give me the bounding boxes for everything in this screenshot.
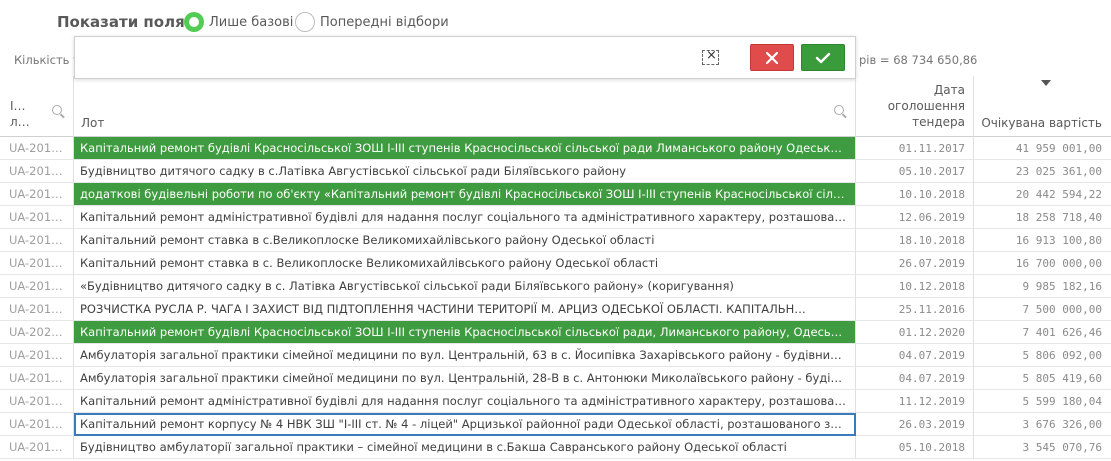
cell-id[interactable]: UA-201… bbox=[0, 298, 74, 321]
table-row[interactable]: UA-201… Амбулаторія загальної практики сі… bbox=[0, 344, 1111, 367]
cell-lot[interactable]: РОЗЧИСТКА РУСЛА Р. ЧАГА І ЗАХИСТ ВІД ПІД… bbox=[74, 298, 856, 321]
column-header-date[interactable]: Дата оголошення тендера bbox=[856, 76, 974, 137]
table-row[interactable]: UA-201… «Будівництво дитячого садку в с. … bbox=[0, 275, 1111, 298]
cell-lot[interactable]: «Будівництво дитячого садку в с. Латівка… bbox=[74, 275, 856, 298]
radio-basic-only[interactable]: Лише базові bbox=[184, 10, 293, 34]
table-row[interactable]: UA-201… Амбулаторія загальної практики сі… bbox=[0, 367, 1111, 390]
clear-selections-icon[interactable] bbox=[702, 48, 719, 65]
cell-date[interactable]: 26.03.2019 bbox=[856, 413, 974, 436]
cell-lot[interactable]: Амбулаторія загальної практики сімейної … bbox=[74, 367, 856, 390]
cell-cost[interactable]: 3 676 326,00 bbox=[974, 413, 1111, 436]
cell-lot[interactable]: Капітальний ремонт ставка в с.Великоплос… bbox=[74, 229, 856, 252]
radio-prefilters[interactable]: Попередні відбори bbox=[295, 10, 449, 34]
cell-lot[interactable]: Капітальний ремонт адміністративної буді… bbox=[74, 390, 856, 413]
column-header-date-label: Дата оголошення тендера bbox=[887, 83, 965, 129]
cell-lot[interactable]: Капітальний ремонт ставка в с. Великопло… bbox=[74, 252, 856, 275]
table-row[interactable]: UA-201… Капітальний ремонт адміністративн… bbox=[0, 390, 1111, 413]
cell-lot[interactable]: Будівництво дитячого садку в с.Латівка А… bbox=[74, 160, 856, 183]
cell-cost[interactable]: 5 806 092,00 bbox=[974, 344, 1111, 367]
radio-basic-only-label: Лише базові bbox=[209, 14, 294, 30]
column-search-popup bbox=[74, 36, 856, 79]
column-header-cost[interactable]: Очікувана вартість bbox=[974, 76, 1111, 137]
cell-id[interactable]: UA-201… bbox=[0, 252, 74, 275]
search-icon[interactable] bbox=[834, 105, 844, 115]
table-row[interactable]: UA-201… додаткові будівельні роботи по об… bbox=[0, 183, 1111, 206]
cell-cost[interactable]: 5 805 419,60 bbox=[974, 367, 1111, 390]
cell-id[interactable]: UA-201… bbox=[0, 367, 74, 390]
cell-date[interactable]: 26.07.2019 bbox=[856, 252, 974, 275]
column-header-id-label: І… л… bbox=[10, 99, 30, 129]
column-header-lot[interactable]: Лот bbox=[74, 76, 856, 137]
radio-prefilters-label: Попередні відбори bbox=[320, 14, 449, 30]
cell-cost[interactable]: 18 258 718,40 bbox=[974, 206, 1111, 229]
column-header-lot-label: Лот bbox=[81, 116, 105, 130]
total-text: рів = 68 734 650,86 bbox=[859, 53, 978, 67]
cell-id[interactable]: UA-201… bbox=[0, 344, 74, 367]
cell-date[interactable]: 10.12.2018 bbox=[856, 275, 974, 298]
table-row[interactable]: UA-202… Капітальний ремонт будівлі Красно… bbox=[0, 321, 1111, 344]
cell-lot[interactable]: додаткові будівельні роботи по об'єкту «… bbox=[74, 183, 856, 206]
cell-cost[interactable]: 5 599 180,04 bbox=[974, 390, 1111, 413]
cell-cost[interactable]: 20 442 594,22 bbox=[974, 183, 1111, 206]
cell-lot[interactable]: Капітальний ремонт будівлі Красносільськ… bbox=[74, 321, 856, 344]
cell-date[interactable]: 12.06.2019 bbox=[856, 206, 974, 229]
radio-checked-icon bbox=[184, 12, 204, 32]
cell-id[interactable]: UA-201… bbox=[0, 413, 74, 436]
cell-date[interactable]: 01.12.2020 bbox=[856, 321, 974, 344]
cell-lot[interactable]: Капітальний ремонт будівлі Красносільськ… bbox=[74, 137, 856, 160]
cell-cost[interactable]: 7 401 626,46 bbox=[974, 321, 1111, 344]
table-row[interactable]: UA-201… РОЗЧИСТКА РУСЛА Р. ЧАГА І ЗАХИСТ … bbox=[0, 298, 1111, 321]
cell-cost[interactable]: 16 700 000,00 bbox=[974, 252, 1111, 275]
cell-id[interactable]: UA-201… bbox=[0, 206, 74, 229]
table-row[interactable]: UA-201… Капітальний ремонт будівлі Красно… bbox=[0, 137, 1111, 160]
cell-cost[interactable]: 16 913 100,80 bbox=[974, 229, 1111, 252]
table-row[interactable]: UA-201… Капітальний ремонт ставка в с.Вел… bbox=[0, 229, 1111, 252]
cell-cost[interactable]: 9 985 182,16 bbox=[974, 275, 1111, 298]
search-input[interactable] bbox=[79, 45, 703, 73]
cell-id[interactable]: UA-201… bbox=[0, 229, 74, 252]
cell-cost[interactable]: 7 500 000,00 bbox=[974, 298, 1111, 321]
cell-date[interactable]: 04.07.2019 bbox=[856, 367, 974, 390]
count-text: Кількість т bbox=[14, 53, 80, 67]
checkmark-icon bbox=[815, 52, 831, 63]
cell-lot[interactable]: Капітальний ремонт адміністративної буді… bbox=[74, 206, 856, 229]
column-header-id[interactable]: І… л… bbox=[0, 76, 74, 137]
cell-id[interactable]: UA-201… bbox=[0, 275, 74, 298]
cell-lot[interactable]: Будівництво амбулаторії загальної практи… bbox=[74, 436, 856, 459]
table-row[interactable]: UA-201… Капітальний ремонт корпусу № 4 НВ… bbox=[0, 413, 1111, 436]
search-icon[interactable] bbox=[52, 105, 62, 115]
cell-id[interactable]: UA-202… bbox=[0, 321, 74, 344]
cell-id[interactable]: UA-201… bbox=[0, 137, 74, 160]
confirm-button[interactable] bbox=[801, 44, 845, 71]
cell-lot[interactable]: Амбулаторія загальної практики сімейної … bbox=[74, 344, 856, 367]
table-row[interactable]: UA-201… Капітальний ремонт адміністративн… bbox=[0, 206, 1111, 229]
cell-cost[interactable]: 3 545 070,76 bbox=[974, 436, 1111, 459]
cell-cost[interactable]: 23 025 361,00 bbox=[974, 160, 1111, 183]
cancel-button[interactable] bbox=[750, 44, 794, 71]
cell-id[interactable]: UA-201… bbox=[0, 160, 74, 183]
sort-descending-icon[interactable] bbox=[1041, 80, 1051, 86]
radio-unchecked-icon bbox=[295, 12, 315, 32]
cell-date[interactable]: 10.10.2018 bbox=[856, 183, 974, 206]
close-icon bbox=[765, 51, 779, 64]
cell-date[interactable]: 04.07.2019 bbox=[856, 344, 974, 367]
table-row[interactable]: UA-201… Капітальний ремонт ставка в с. Ве… bbox=[0, 252, 1111, 275]
column-header-cost-label: Очікувана вартість bbox=[981, 116, 1102, 130]
cell-date[interactable]: 05.10.2018 bbox=[856, 436, 974, 459]
cell-cost[interactable]: 41 959 001,00 bbox=[974, 137, 1111, 160]
cell-id[interactable]: UA-201… bbox=[0, 183, 74, 206]
cell-id[interactable]: UA-201… bbox=[0, 436, 74, 459]
cell-id[interactable]: UA-201… bbox=[0, 390, 74, 413]
cell-date[interactable]: 18.10.2018 bbox=[856, 229, 974, 252]
cell-date[interactable]: 25.11.2016 bbox=[856, 298, 974, 321]
cell-date[interactable]: 05.10.2017 bbox=[856, 160, 974, 183]
cell-date[interactable]: 01.11.2017 bbox=[856, 137, 974, 160]
table-row[interactable]: UA-201… Будівництво амбулаторії загальної… bbox=[0, 436, 1111, 459]
table-row[interactable]: UA-201… Будівництво дитячого садку в с.Ла… bbox=[0, 160, 1111, 183]
show-fields-label: Показати поля: bbox=[57, 13, 191, 31]
cell-lot[interactable]: Капітальний ремонт корпусу № 4 НВК ЗШ "І… bbox=[74, 413, 856, 436]
cell-date[interactable]: 11.12.2019 bbox=[856, 390, 974, 413]
